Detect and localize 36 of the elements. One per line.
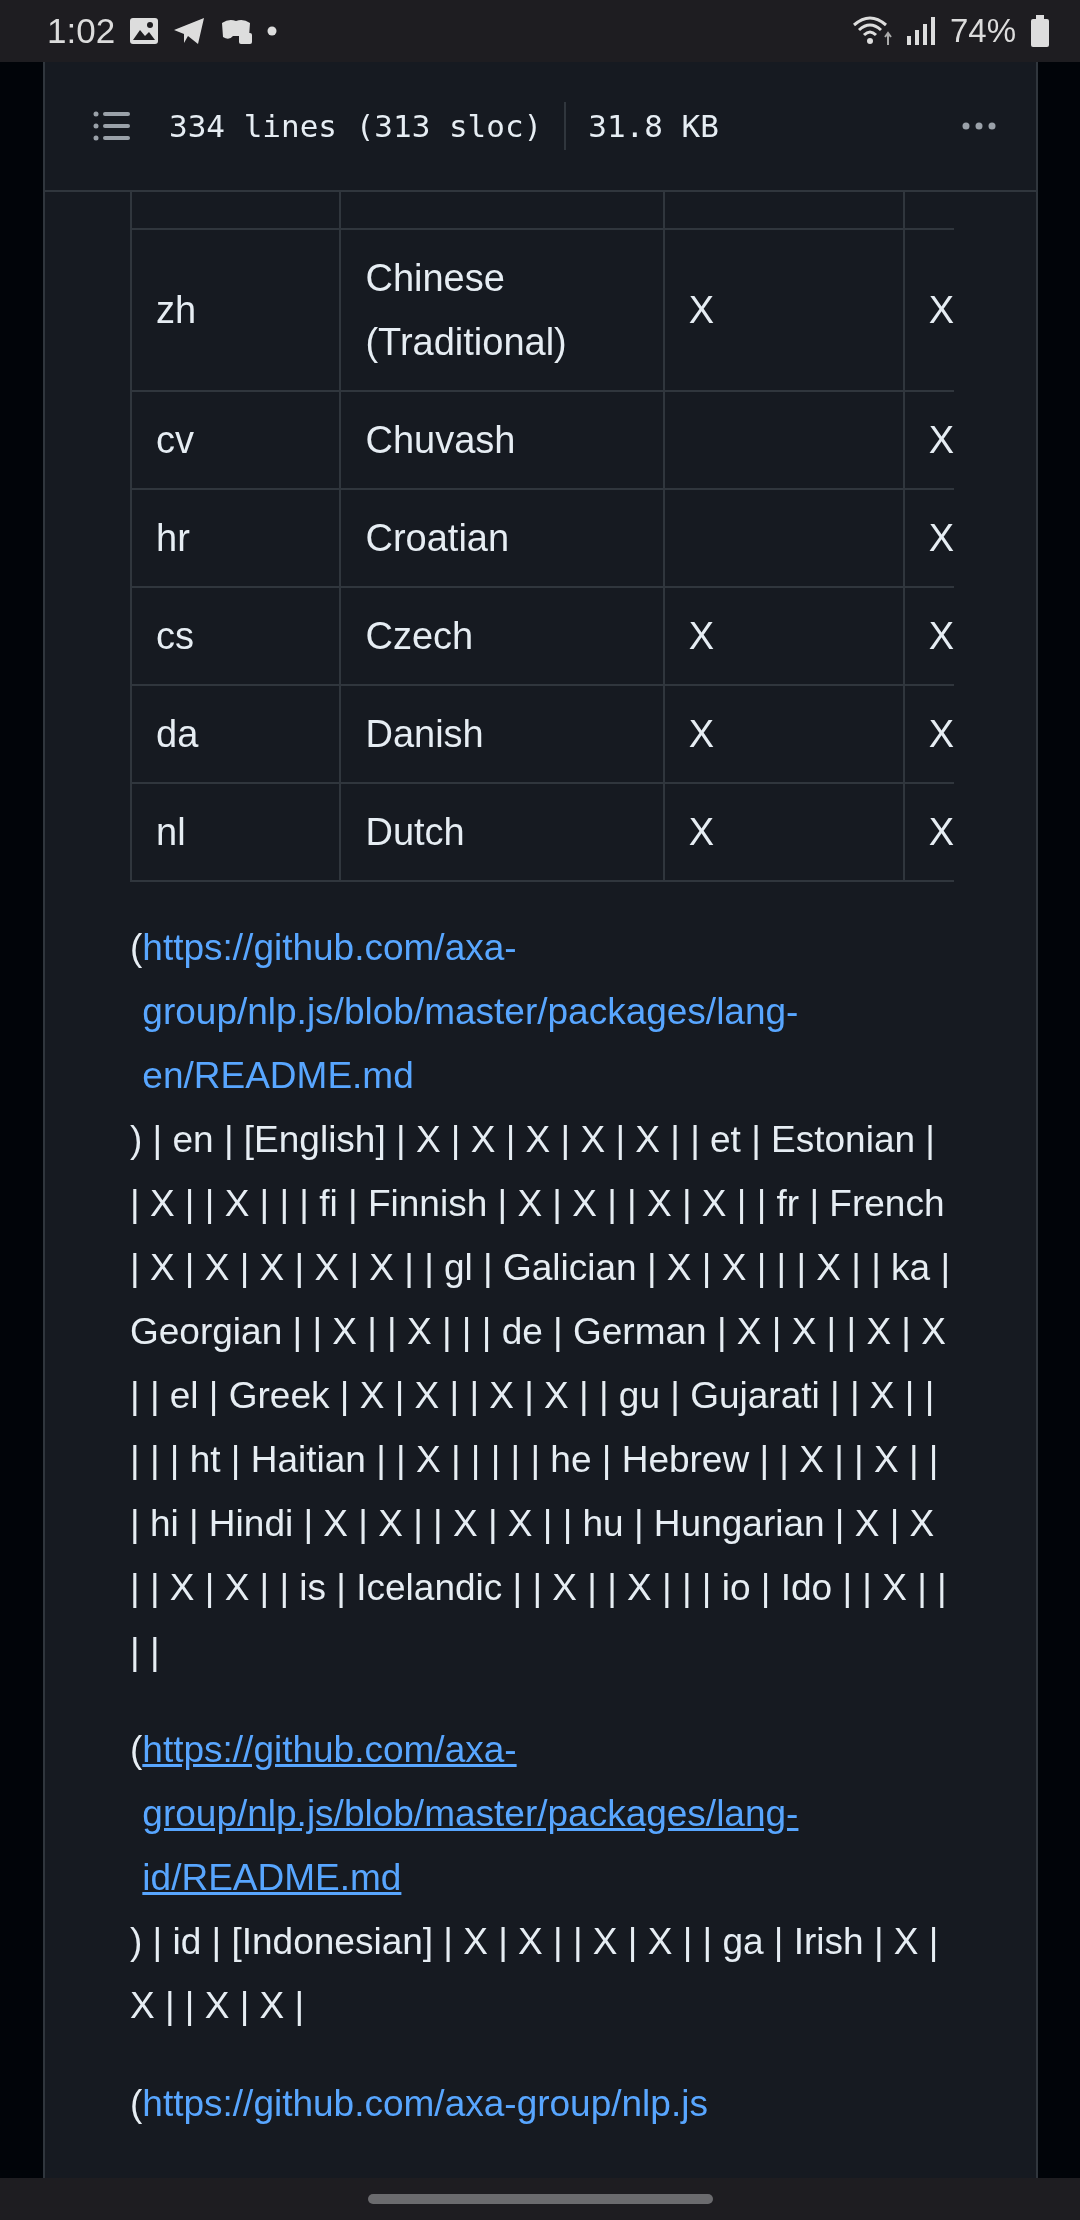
table-cell: Dutch <box>340 783 664 881</box>
table-cell: X <box>663 685 904 783</box>
table-cell: X <box>663 587 904 685</box>
wifi-icon <box>851 15 892 47</box>
home-handle[interactable] <box>367 2194 713 2204</box>
link[interactable]: https://github.com/axa-group/nlp.js/blob/master/packages/lang-en/README.md <box>142 916 951 1108</box>
table-cell: Croatian <box>340 489 664 587</box>
table-cell: X <box>663 783 904 881</box>
link[interactable]: https://github.com/axa-group/nlp.js <box>142 2072 708 2136</box>
table-cell: X <box>663 229 904 391</box>
table-cell: nl <box>131 783 341 881</box>
link[interactable]: https://github.com/axa-group/nlp.js/blob/master/packages/lang-id/README.md <box>142 1718 951 1910</box>
image-icon <box>129 17 160 45</box>
table-cell: hr <box>131 489 341 587</box>
paragraph: (https://github.com/axa-group/nlp.js/blob/master/packages/lang-id/README.md ) | id | [Indonesian] | X | X | | X | X | | ga | Irish | X | X | | X | X | <box>130 1718 952 2038</box>
battery-percent: 74% <box>949 12 1016 50</box>
paper-plane-icon <box>173 17 206 45</box>
table-cell: cs <box>131 587 341 685</box>
table-cell: Chuvash <box>340 391 664 489</box>
table-cell: cv <box>131 391 341 489</box>
game-controller-icon <box>219 17 254 45</box>
list-icon[interactable] <box>93 111 131 141</box>
dot-icon <box>267 26 278 36</box>
clock-time: 1:02 <box>47 11 116 51</box>
paragraph: (https://github.com/axa-group/nlp.js <box>130 2072 952 2136</box>
table-cell: zh <box>131 229 341 391</box>
line-count: 334 lines (313 sloc) <box>169 108 543 144</box>
file-size: 31.8 KB <box>588 108 719 144</box>
more-icon[interactable] <box>962 122 996 130</box>
paragraph: (https://github.com/axa-group/nlp.js/blob/master/packages/lang-en/README.md ) | en | [English] | X | X | X | X | X | | et | Estonian | | X | | X | | | fi | Finnish | X | X | | X | X | | fr | French | X | X | X | X | X | | gl | Galician | X | X | | | X | | ka | Georgian | | X | | X | | | de | German | X | X | | X | X | | el | Greek | X | X | | X | X | | gu | Gujarati | | X | | | | | ht | Haitian | | X | | | | | he | Hebrew | | X | | X | | | hi | Hindi | X | X | | X | X | | hu | Hungarian | X | X | | X | X | | is | Icelandic | | X | | X | | | io | Ido | | X | | | | <box>130 916 952 1684</box>
table-cell: Chinese (Traditional) <box>340 229 664 391</box>
signal-icon <box>905 16 936 46</box>
battery-icon <box>1030 15 1050 47</box>
table-cell: Danish <box>340 685 664 783</box>
table-cell: Czech <box>340 587 664 685</box>
table-cell: da <box>131 685 341 783</box>
